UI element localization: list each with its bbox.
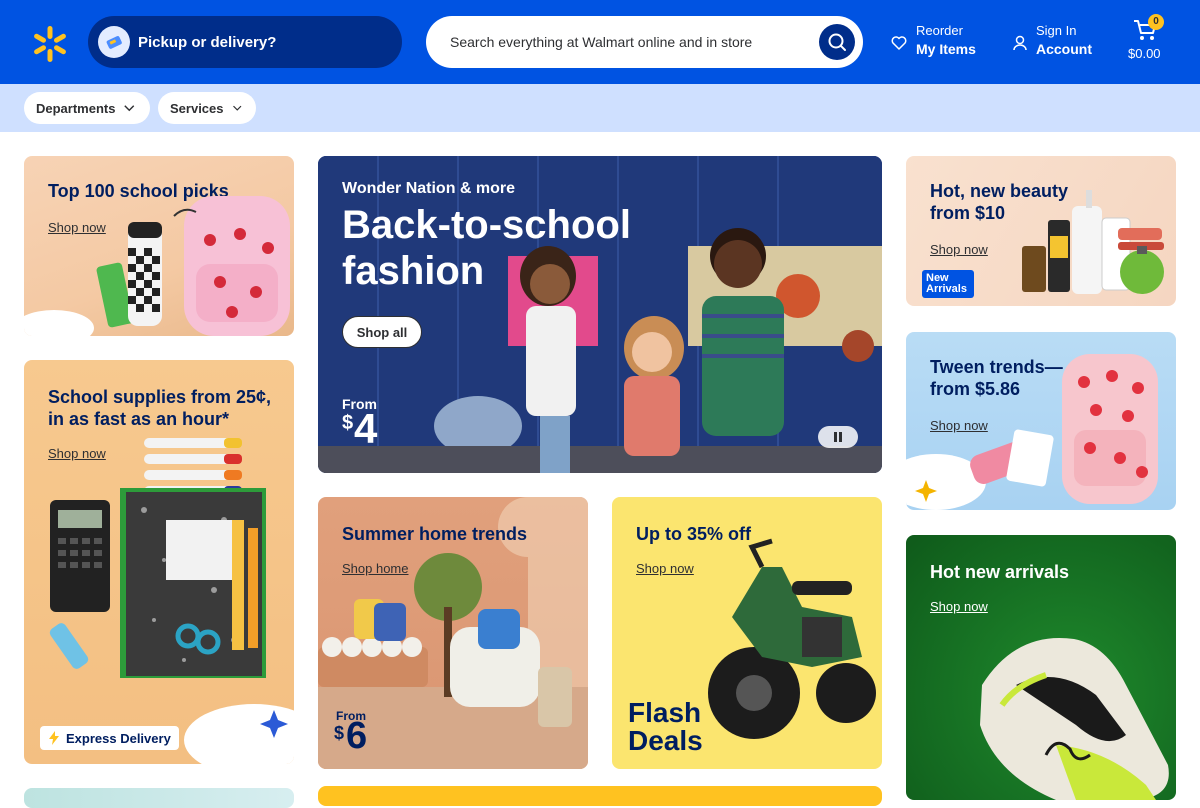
sub-navigation-bar: Departments Services <box>0 84 1200 132</box>
school-picks-product-image <box>24 196 290 336</box>
hero-price-value: 4 <box>354 405 378 452</box>
tween-backpack-image <box>906 354 1158 510</box>
lightning-bolt-icon <box>49 731 59 745</box>
carousel-pause-button[interactable] <box>818 426 858 448</box>
summer-home-title: Summer home trends <box>342 524 528 544</box>
hero-title-line-2: fashion <box>342 249 485 293</box>
hero-title-line-1: Back-to-school <box>342 203 631 247</box>
new-arrivals-badge: New Arrivals <box>922 270 974 298</box>
hero-banner-card[interactable]: Wonder Nation & more Back-to-school fash… <box>318 156 882 473</box>
search-bar <box>426 16 863 68</box>
search-icon <box>828 33 846 51</box>
services-label: Services <box>170 100 224 116</box>
pickup-delivery-label: Pickup or delivery? <box>138 33 277 51</box>
summer-price-currency: $ <box>334 723 345 743</box>
express-delivery-label: Express Delivery <box>66 730 171 746</box>
hero-price-currency: $ <box>342 412 354 434</box>
cart-total: $0.00 <box>1128 46 1161 61</box>
hot-new-arrivals-card[interactable]: Hot new arrivals Shop now <box>906 535 1176 800</box>
reorder-my-items-link[interactable]: Reorder My Items <box>890 22 976 58</box>
walmart-spark-logo-icon[interactable] <box>30 24 70 64</box>
new-arrivals-badge-line-2: Arrivals <box>926 283 967 295</box>
reorder-label: Reorder <box>916 23 963 38</box>
search-input[interactable] <box>450 34 810 50</box>
sign-in-label: Sign In <box>1036 23 1077 38</box>
cart-count-badge: 0 <box>1148 14 1164 30</box>
heart-icon <box>891 36 907 50</box>
school-supplies-card[interactable]: School supplies from 25¢, in as fast as … <box>24 360 294 764</box>
hero-eyebrow: Wonder Nation & more <box>342 180 516 197</box>
school-picks-card[interactable]: Top 100 school picks Shop now <box>24 156 294 336</box>
user-icon <box>1013 35 1027 51</box>
chevron-down-icon <box>232 105 241 111</box>
school-supplies-product-image <box>49 438 294 764</box>
my-items-label: My Items <box>916 41 976 57</box>
departments-label: Departments <box>36 100 116 116</box>
sneaker-image <box>980 637 1169 800</box>
flash-deals-logo-line-1: Flash <box>628 697 702 728</box>
summer-home-card[interactable]: Summer home trends Shop home From $ 6 <box>318 497 588 769</box>
top-header: Pickup or delivery? Reorder My Items Sig… <box>0 0 1200 84</box>
flash-deals-logo-line-2: Deals <box>628 725 703 756</box>
search-button[interactable] <box>819 24 855 60</box>
pickup-delivery-icon <box>98 26 130 58</box>
summer-home-shop-link[interactable]: Shop home <box>342 561 409 576</box>
services-dropdown[interactable]: Services <box>158 92 256 124</box>
account-label: Account <box>1036 41 1092 57</box>
pause-icon <box>834 432 842 442</box>
cart-button[interactable]: 0 $0.00 <box>1126 14 1166 66</box>
summer-price-value: 6 <box>346 715 368 757</box>
flash-deals-card[interactable]: Up to 35% off Shop now Flash Deals <box>612 497 882 769</box>
chevron-down-icon <box>124 105 135 112</box>
departments-dropdown[interactable]: Departments <box>24 92 150 124</box>
beauty-card[interactable]: Hot, new beauty from $10 Shop now New Ar… <box>906 156 1176 306</box>
shop-all-button[interactable]: Shop all <box>342 316 422 348</box>
pickup-delivery-button[interactable]: Pickup or delivery? <box>88 16 402 68</box>
tween-trends-card[interactable]: Tween trends—from $5.86 Shop now <box>906 332 1176 510</box>
partial-card-bottom-left[interactable] <box>24 788 294 808</box>
sign-in-account-link[interactable]: Sign In Account <box>1012 22 1092 58</box>
partial-card-bottom-center[interactable] <box>318 786 882 806</box>
express-delivery-badge: Express Delivery <box>40 726 179 750</box>
